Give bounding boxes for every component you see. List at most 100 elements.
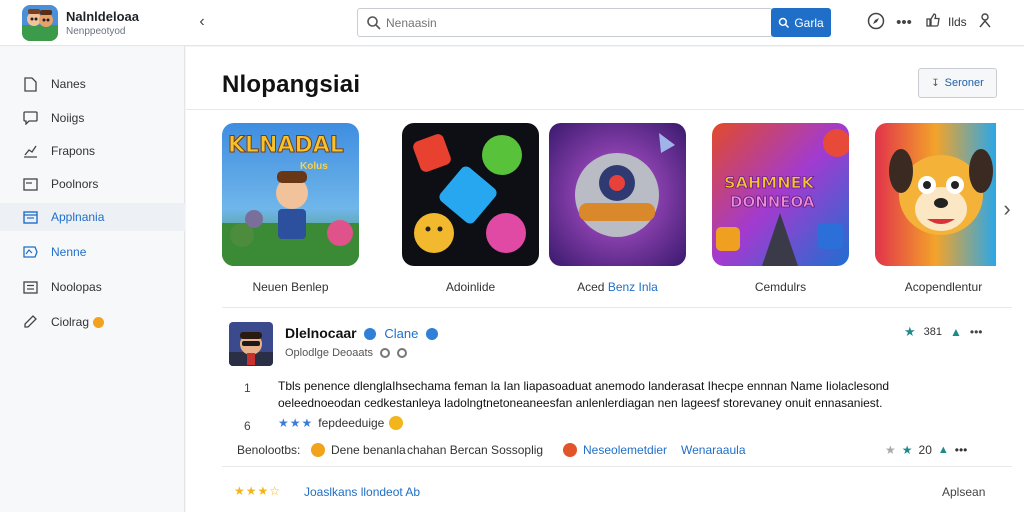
- rating-text: fepdeeduige: [318, 416, 385, 430]
- rating-badge-icon: [389, 416, 404, 430]
- app-tile[interactable]: Aced Benz Inla: [549, 123, 686, 298]
- search-input[interactable]: [386, 13, 756, 33]
- post-body-line: Tbls penence dlenglaIhsechama feman la I…: [278, 379, 890, 393]
- post-action-4[interactable]: Wenaraaula: [681, 443, 746, 457]
- top-bar: Nalnldeloaa Nenppeotyod ‹ Garla ••• Ilds: [0, 0, 1024, 46]
- sidebar-item-label: Nanes: [51, 77, 86, 91]
- share-icon[interactable]: ▲: [950, 325, 962, 339]
- notification-badge: [93, 316, 105, 328]
- divider: [222, 307, 1012, 308]
- user-icon[interactable]: [974, 12, 996, 34]
- post-actions: Benolootbs: Dene benanla chahan Bercan S…: [237, 443, 1007, 461]
- post-author[interactable]: Dlelnocaar Clane: [285, 325, 442, 341]
- app-tile-caption: Neuen Benlep: [252, 280, 329, 294]
- sidebar-item-label: Frapons: [51, 144, 96, 158]
- search-icon: [367, 16, 381, 30]
- post-meta: Oplodlge Deoaats: [285, 347, 408, 359]
- post-meta-text: Oplodlge Deoaats: [285, 347, 374, 359]
- search-box: [357, 8, 773, 37]
- app-tile-logo-subtext: Kolus: [300, 161, 328, 172]
- toolbar-label[interactable]: Ilds: [948, 15, 967, 29]
- post-more-icon[interactable]: •••: [970, 325, 983, 339]
- app-carousel: KLNADAL Kolus Neuen Benlep Adoinlide Ace…: [222, 123, 1012, 298]
- app-logo[interactable]: [22, 5, 58, 41]
- top-action-label: Seroner: [944, 77, 984, 89]
- like-count: 381: [923, 326, 943, 338]
- carousel-next-chevron-icon[interactable]: ›: [997, 197, 1017, 221]
- star-outline-icon[interactable]: ★: [885, 443, 896, 457]
- sidebar-item-noiigs[interactable]: Noiigs: [0, 104, 185, 132]
- more-options-icon[interactable]: •••: [893, 12, 915, 34]
- post-stats: ★ 381 ▲ •••: [904, 324, 983, 340]
- sidebar-item-frapons[interactable]: Frapons: [0, 137, 185, 165]
- main-panel: Nlopangsiai ↧ Seroner KLNADAL Kolus Neue…: [186, 47, 1024, 512]
- sidebar-item-nanes[interactable]: Nanes: [0, 70, 185, 98]
- rating-line: ★★★ fepdeeduige: [278, 416, 404, 430]
- app-tile[interactable]: SAHMNEK DONNEOA Cemdulrs: [712, 123, 849, 298]
- compass-icon[interactable]: [865, 12, 887, 34]
- app-name: Nalnldeloaa: [66, 9, 139, 24]
- sidebar-item-nenne[interactable]: Nenne: [0, 238, 185, 266]
- post-action-2[interactable]: chahan Bercan Sossoplig: [407, 443, 543, 457]
- page-title: Nlopangsiai: [222, 71, 361, 98]
- post-action-text: Neseolemetdier: [583, 443, 668, 457]
- search-button[interactable]: Garla: [771, 8, 831, 37]
- post-action-label: Benolootbs:: [237, 443, 301, 457]
- star-icon[interactable]: ★: [902, 443, 913, 457]
- sidebar: Nanes Noiigs Frapons Poolnors Applnania …: [0, 46, 185, 512]
- sidebar-item-poolnors[interactable]: Poolnors: [0, 170, 185, 198]
- back-chevron-icon[interactable]: ‹: [192, 12, 212, 32]
- footer-row: ★★★☆ Joaslkans llondeot Ab Aplsean: [234, 484, 1004, 502]
- chat-icon: [22, 110, 38, 126]
- post-action-text: Wenaraaula: [681, 443, 746, 457]
- app-tile-artwork: SAHMNEK DONNEOA: [712, 123, 849, 266]
- action-more-icon[interactable]: •••: [955, 443, 968, 457]
- app-tile[interactable]: Adoinlide: [402, 123, 539, 298]
- tag-icon: [22, 244, 38, 260]
- star-icon[interactable]: ★: [904, 324, 916, 340]
- edit-icon: [22, 314, 38, 330]
- globe-icon: [397, 348, 408, 359]
- sidebar-item-label: Noiigs: [51, 111, 85, 125]
- list-icon: [22, 279, 38, 295]
- share-icon[interactable]: ▲: [938, 444, 949, 456]
- app-tile-caption: Aced Benz Inla: [549, 280, 686, 294]
- app-tile-logo-text: SAHMNEK: [724, 173, 815, 193]
- sidebar-item-noolopas[interactable]: Noolopas: [0, 273, 185, 301]
- verified-icon: [364, 328, 377, 341]
- sidebar-item-label: Nenne: [51, 245, 87, 259]
- sidebar-item-ciolrag[interactable]: Ciolrag: [0, 308, 185, 336]
- thumbs-up-icon[interactable]: [922, 12, 944, 34]
- footer-rating-stars-icon: ★★★☆: [234, 484, 282, 498]
- download-icon: ↧: [931, 77, 940, 89]
- app-tile-caption: Adoinlide: [445, 280, 496, 294]
- post-tag[interactable]: Clane: [384, 326, 418, 341]
- gutter-number: 6: [244, 419, 251, 433]
- coin-icon: [311, 443, 325, 457]
- clock-icon: [380, 348, 391, 359]
- sidebar-item-applnania[interactable]: Applnania: [0, 203, 185, 231]
- gutter-number: 1: [244, 381, 251, 395]
- chart-icon: [22, 143, 38, 159]
- app-tile[interactable]: Acopendlentur: [875, 123, 1012, 298]
- post-action-text: chahan Bercan Sossoplig: [407, 443, 544, 457]
- badge-icon: [426, 328, 439, 341]
- app-tile-caption-text: Aced: [577, 280, 608, 294]
- app-tile-artwork: [402, 123, 539, 266]
- footer-link[interactable]: Joaslkans llondeot Ab: [304, 485, 420, 499]
- post-action-3[interactable]: Neseolemetdier: [563, 443, 667, 457]
- sidebar-item-label: Poolnors: [51, 177, 99, 191]
- fire-icon: [563, 443, 577, 457]
- top-action-button[interactable]: ↧ Seroner: [918, 68, 997, 98]
- app-tile-artwork: KLNADAL Kolus: [222, 123, 359, 266]
- file-icon: [22, 76, 38, 92]
- app-tile-caption: Acopendlentur: [904, 280, 983, 294]
- avatar[interactable]: [229, 322, 273, 366]
- footer-right-link[interactable]: Aplsean: [942, 485, 985, 499]
- post-action-1[interactable]: Dene benanla: [311, 443, 406, 457]
- rating-stars-icon: ★★★: [278, 416, 314, 430]
- sidebar-item-label: Applnania: [51, 210, 105, 224]
- post-body-line: oeleednoeodan cedkestanleya ladolngtneto…: [278, 396, 883, 410]
- app-tile-artwork: [875, 123, 996, 266]
- app-tile[interactable]: KLNADAL Kolus Neuen Benlep: [222, 123, 359, 298]
